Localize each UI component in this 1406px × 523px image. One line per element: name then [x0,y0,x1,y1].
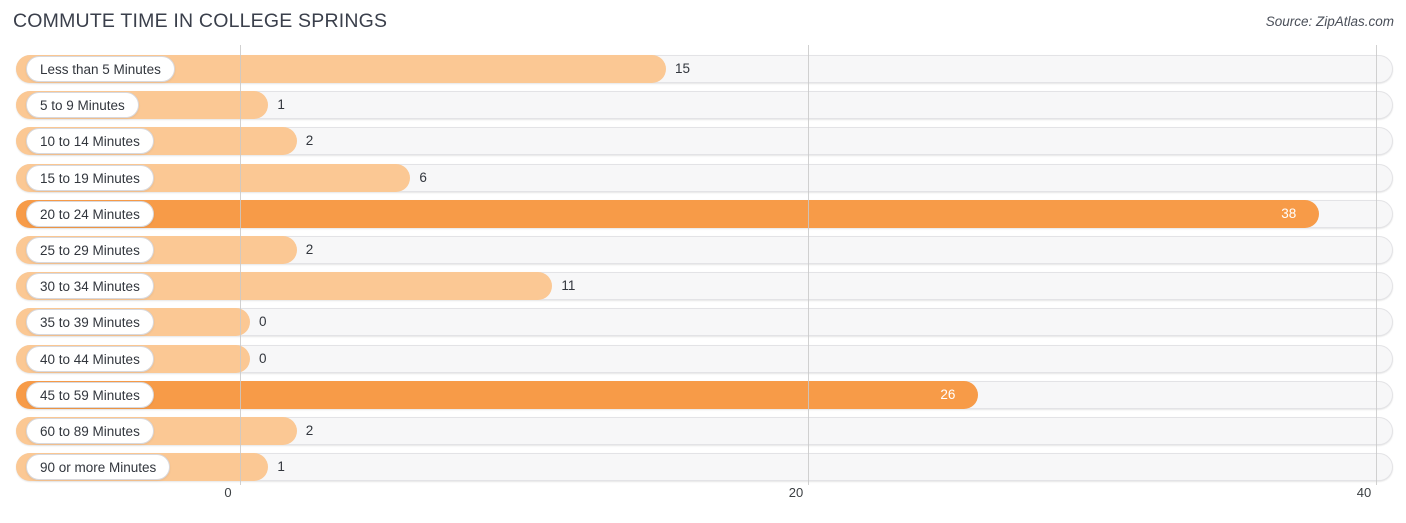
category-label: Less than 5 Minutes [26,56,175,82]
bar-row[interactable]: 60 to 89 Minutes 2 [16,417,1393,445]
category-label: 30 to 34 Minutes [26,273,154,300]
bar-fill[interactable] [16,199,1320,228]
category-label: 40 to 44 Minutes [26,345,154,372]
bar-row[interactable]: 20 to 24 Minutes 38 [16,199,1393,228]
bar-row[interactable]: 45 to 59 Minutes 26 [16,380,1393,409]
bar-fill[interactable] [16,380,979,409]
bar-value-label: 2 [305,242,314,257]
bar-value-label: 6 [419,169,427,185]
axis-tick-label: 0 [224,485,232,500]
bar-value-label: 11 [561,278,576,294]
axis-tick-label: 20 [788,485,804,500]
bar-row[interactable]: 25 to 29 Minutes 2 [16,236,1393,264]
category-label: 45 to 59 Minutes [26,381,154,408]
bar-value-label-inside: 38 [1281,205,1297,221]
bar-value-label: 2 [305,423,314,438]
bar-value-label: 2 [305,133,314,149]
x-axis: 0 20 40 [0,485,1406,515]
bar-row[interactable]: 5 to 9 Minutes 1 [16,91,1393,120]
page-title: COMMUTE TIME IN COLLEGE SPRINGS [13,10,388,32]
bar-value-label: 15 [675,61,691,76]
category-label: 60 to 89 Minutes [26,418,154,444]
bar-value-label: 0 [259,314,267,330]
bar-value-label-inside: 26 [940,386,956,402]
bar-value-label: 1 [277,97,285,113]
category-label: 35 to 39 Minutes [26,309,154,336]
source-attribution: Source: ZipAtlas.com [1265,14,1394,29]
category-label: 25 to 29 Minutes [26,237,154,263]
axis-tick-label: 40 [1356,485,1372,500]
chart-container: COMMUTE TIME IN COLLEGE SPRINGS Source: … [0,0,1406,523]
bar-row[interactable]: 35 to 39 Minutes 0 [16,308,1393,337]
bar-value-label: 1 [277,459,285,475]
bar-row[interactable]: Less than 5 Minutes 15 [16,55,1393,83]
bar-rows: Less than 5 Minutes 15 5 to 9 Minutes 1 10 t… [0,45,1406,485]
bar-row[interactable]: 90 or more Minutes 1 [16,453,1393,482]
bar-value-label: 0 [259,350,267,366]
category-label: 10 to 14 Minutes [26,128,154,155]
category-label: 90 or more Minutes [26,454,171,481]
bar-row[interactable]: 40 to 44 Minutes 0 [16,344,1393,373]
bar-row[interactable]: 15 to 19 Minutes 6 [16,163,1393,192]
bar-row[interactable]: 30 to 34 Minutes 11 [16,272,1393,301]
category-label: 15 to 19 Minutes [26,164,154,191]
category-label: 20 to 24 Minutes [26,200,154,227]
plot-area: Less than 5 Minutes 15 5 to 9 Minutes 1 10 t… [0,45,1406,485]
category-label: 5 to 9 Minutes [26,92,139,119]
bar-row[interactable]: 10 to 14 Minutes 2 [16,127,1393,156]
